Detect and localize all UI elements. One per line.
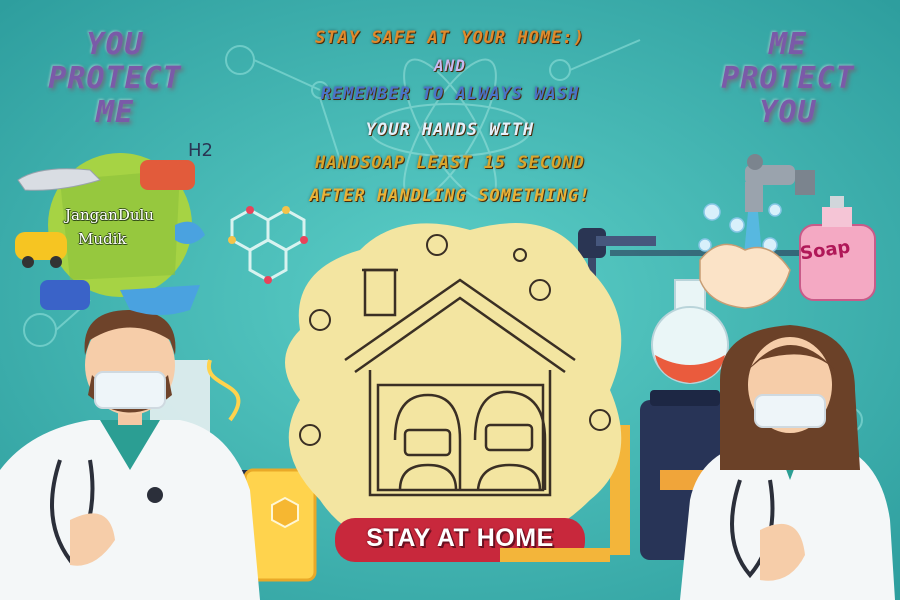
left-slogan: YOU PROTECT ME bbox=[20, 28, 210, 130]
message-line-2: AND bbox=[434, 56, 466, 75]
stay-at-home-label: STAY AT HOME bbox=[366, 524, 554, 552]
right-slogan: ME PROTECT YOU bbox=[688, 28, 888, 130]
left-slogan-line-1: YOU bbox=[86, 27, 144, 62]
stay-home-house-illustration bbox=[285, 223, 622, 562]
right-slogan-line-1: ME bbox=[768, 27, 808, 62]
chemical-formula-label: H2 bbox=[188, 140, 213, 161]
right-slogan-line-2: PROTECT bbox=[721, 61, 855, 96]
mudik-badge-line-1: JanganDulu bbox=[65, 206, 154, 224]
message-line-4: YOUR HANDS WITH bbox=[365, 120, 535, 140]
message-line-1: STAY SAFE AT YOUR HOME:) bbox=[315, 28, 585, 48]
left-slogan-line-3: ME bbox=[95, 95, 135, 130]
message-line-5: HANDSOAP LEAST 15 SECOND bbox=[315, 153, 585, 173]
message-line-6: AFTER HANDLING SOMETHING! bbox=[309, 186, 591, 206]
right-slogan-line-3: YOU bbox=[759, 95, 817, 130]
mudik-badge-line-2: Mudik bbox=[78, 230, 127, 248]
left-slogan-line-2: PROTECT bbox=[48, 61, 182, 96]
message-line-3: REMEMBER TO ALWAYS WASH bbox=[320, 84, 580, 104]
